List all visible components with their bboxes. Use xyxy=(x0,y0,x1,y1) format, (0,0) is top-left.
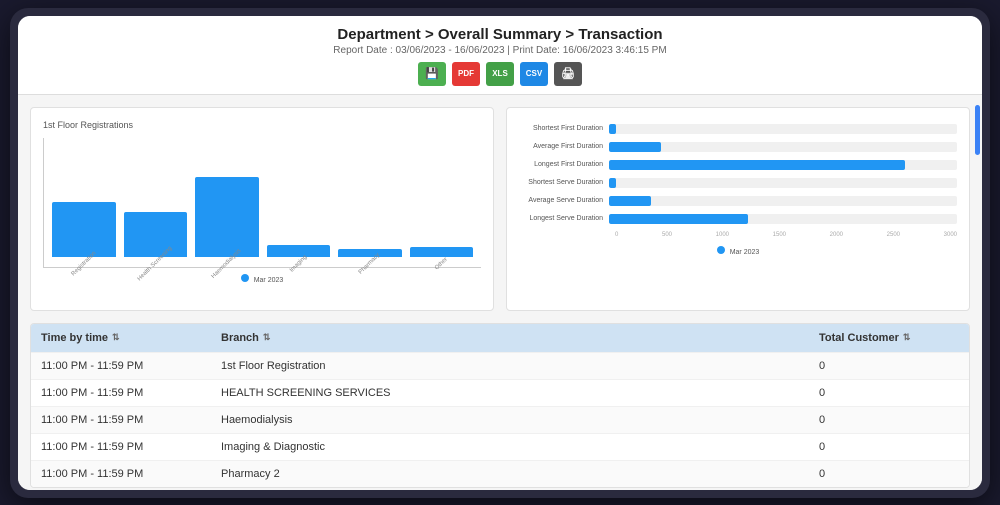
report-date: Report Date : 03/06/2023 - 16/06/2023 | … xyxy=(18,45,982,56)
col-header-total: Total Customer ⇅ xyxy=(809,324,969,352)
left-chart-card: 1st Floor Registrations Registration Hea… xyxy=(30,107,494,311)
table-row: 11:00 PM - 11:59 PM Haemodialysis 0 xyxy=(31,406,969,433)
hbar-fill-3 xyxy=(609,160,905,170)
breadcrumb: Department > Overall Summary > Transacti… xyxy=(18,26,982,43)
hbar-row-4: Shortest Serve Duration xyxy=(519,178,957,188)
hbar-row-6: Longest Serve Duration xyxy=(519,214,957,224)
hbar-fill-6 xyxy=(609,214,748,224)
left-chart-title: 1st Floor Registrations xyxy=(43,120,481,130)
bar-6 xyxy=(410,247,474,257)
content-area: 1st Floor Registrations Registration Hea… xyxy=(18,95,982,490)
right-chart-legend: Mar 2023 xyxy=(519,246,957,256)
xls-button[interactable]: XLS xyxy=(486,62,514,86)
data-table: Time by time ⇅ Branch ⇅ Total Customer ⇅… xyxy=(30,323,970,488)
device-frame: Department > Overall Summary > Transacti… xyxy=(10,8,990,498)
bar-5 xyxy=(338,249,402,257)
col-header-time: Time by time ⇅ xyxy=(31,324,211,352)
bar-3 xyxy=(195,177,259,257)
bar-2 xyxy=(124,212,188,257)
bar-group-6: Other xyxy=(410,247,474,267)
pdf-button[interactable]: PDF xyxy=(452,62,480,86)
table-row: 11:00 PM - 11:59 PM 1st Floor Registrati… xyxy=(31,352,969,379)
hbar-row-5: Average Serve Duration xyxy=(519,196,957,206)
hbar-fill-5 xyxy=(609,196,651,206)
hbar-fill-4 xyxy=(609,178,616,188)
left-bar-chart: Registration Health Screening Haemodialy… xyxy=(43,138,481,298)
header: Department > Overall Summary > Transacti… xyxy=(18,16,982,95)
bar-group-5: Pharmacy xyxy=(338,249,402,267)
bar-1 xyxy=(52,202,116,257)
screen: Department > Overall Summary > Transacti… xyxy=(18,16,982,490)
table-row: 11:00 PM - 11:59 PM Pharmacy 2 0 xyxy=(31,460,969,487)
table-row: 11:00 PM - 11:59 PM HEALTH SCREENING SER… xyxy=(31,379,969,406)
bar-4 xyxy=(267,245,331,257)
sort-icon-branch[interactable]: ⇅ xyxy=(263,332,271,343)
bar-group-2: Health Screening xyxy=(124,212,188,267)
left-chart-legend: Mar 2023 xyxy=(43,274,481,284)
hbar-row-2: Average First Duration xyxy=(519,142,957,152)
table-row: 11:00 PM - 11:59 PM Imaging & Diagnostic… xyxy=(31,433,969,460)
hbar-fill-1 xyxy=(609,124,616,134)
print-button[interactable]: 🖨 xyxy=(554,62,582,86)
hbar-x-axis: 0 500 1000 1500 2000 2500 3000 xyxy=(615,232,957,238)
legend-dot-right xyxy=(717,246,725,254)
hbar-row-3: Longest First Duration xyxy=(519,160,957,170)
right-chart-card: Shortest First Duration Average First Du… xyxy=(506,107,970,311)
csv-button[interactable]: CSV xyxy=(520,62,548,86)
legend-dot-left xyxy=(241,274,249,282)
toolbar: 💾 PDF XLS CSV 🖨 xyxy=(18,62,982,86)
col-header-branch: Branch ⇅ xyxy=(211,324,809,352)
save-button[interactable]: 💾 xyxy=(418,62,446,86)
table-header-row: Time by time ⇅ Branch ⇅ Total Customer ⇅ xyxy=(31,324,969,352)
bar-group-1: Registration xyxy=(52,202,116,267)
sort-icon-total[interactable]: ⇅ xyxy=(903,332,911,343)
sort-icon-time[interactable]: ⇅ xyxy=(112,332,120,343)
scrollbar[interactable] xyxy=(975,105,980,155)
hbar-fill-2 xyxy=(609,142,661,152)
right-bar-chart: Shortest First Duration Average First Du… xyxy=(519,120,957,260)
bar-group-3: Haemodialysis xyxy=(195,177,259,267)
hbar-row-1: Shortest First Duration xyxy=(519,124,957,134)
bar-group-4: Imaging xyxy=(267,245,331,267)
charts-row: 1st Floor Registrations Registration Hea… xyxy=(30,107,970,311)
